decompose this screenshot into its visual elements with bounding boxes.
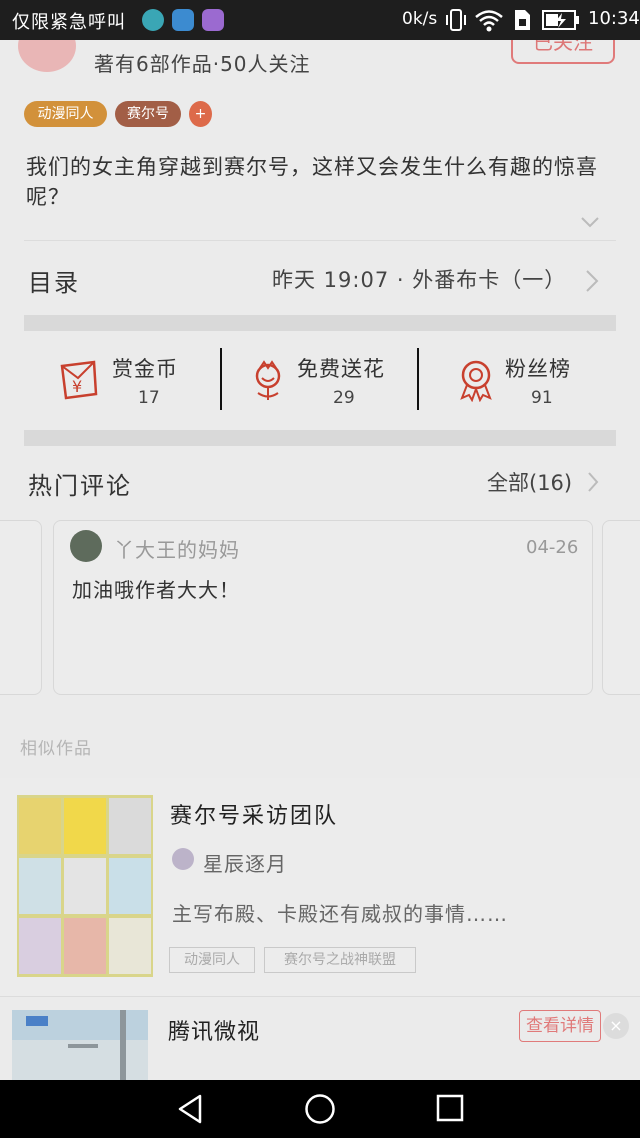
work-author-avatar (172, 848, 194, 870)
work-title[interactable]: 赛尔号采访团队 (170, 798, 338, 830)
section-separator (24, 430, 616, 446)
fan-ranking-value: 91 (531, 388, 553, 408)
red-envelope-icon: ¥ (60, 360, 98, 400)
work-cover-image[interactable] (17, 795, 153, 977)
flower-icon (255, 360, 281, 400)
status-bar: 仅限紧急呼叫 0k/s 10:34 (0, 0, 640, 40)
divider (0, 996, 640, 997)
vibrate-icon (446, 9, 466, 31)
toc-title: 目录 (28, 269, 80, 297)
ad-image[interactable] (12, 1010, 148, 1080)
svg-text:¥: ¥ (72, 377, 82, 396)
comment-card-next[interactable] (602, 520, 640, 695)
navigation-bar (0, 1080, 640, 1138)
follow-button[interactable]: 已关注 (511, 40, 615, 64)
author-avatar[interactable] (18, 40, 76, 72)
commenter-avatar[interactable] (70, 530, 102, 562)
reward-coin-label: 赏金币 (112, 357, 178, 381)
work-description: 我们的女主角穿越到赛尔号，这样又会发生什么有趣的惊喜呢？ (26, 155, 598, 209)
author-stats: 著有6部作品·50人关注 (94, 52, 311, 76)
ad-close-button[interactable]: × (603, 1013, 629, 1039)
hot-comments-title: 热门评论 (28, 472, 132, 500)
compass-app-icon (172, 9, 194, 31)
carrier-text: 仅限紧急呼叫 (12, 12, 126, 33)
free-flower-label: 免费送花 (297, 357, 385, 381)
chevron-down-icon[interactable] (580, 216, 600, 228)
sim-icon (515, 10, 530, 30)
tag-anime-fanfic[interactable]: 动漫同人 (24, 101, 107, 127)
chevron-right-icon (588, 472, 599, 492)
comment-date: 04-26 (526, 537, 579, 558)
tag-seer[interactable]: 赛尔号 (115, 101, 181, 127)
fan-ranking-label: 粉丝榜 (505, 357, 571, 381)
home-icon[interactable] (304, 1093, 336, 1125)
network-speed: 0k/s (402, 9, 438, 29)
back-icon[interactable] (176, 1094, 204, 1124)
work-description-short: 主写布殿、卡殿还有威叔的事情…… (172, 902, 508, 926)
stats-separator (220, 348, 222, 410)
stats-separator (417, 348, 419, 410)
fan-ranking-item[interactable] (456, 358, 496, 406)
chevron-right-icon (586, 270, 599, 292)
work-detail-page: 已关注 著有6部作品·50人关注 动漫同人 赛尔号 + 我们的女主角穿越到赛尔号… (0, 40, 640, 1080)
reward-coin-item[interactable]: ¥ (58, 358, 104, 406)
battery-icon (542, 10, 579, 30)
section-separator (24, 315, 616, 331)
toc-row[interactable]: 目录 昨天 19:07 · 外番布卡（一） (0, 245, 640, 315)
ad-title[interactable]: 腾讯微视 (168, 1014, 260, 1046)
comment-text: 加油哦作者大大！ (72, 578, 240, 602)
divider (24, 240, 616, 241)
reward-coin-value: 17 (138, 388, 160, 408)
work-author[interactable]: 星辰逐月 (203, 848, 287, 877)
comment-card[interactable]: 丫大王的妈妈 04-26 加油哦作者大大！ (53, 520, 593, 695)
work-tag[interactable]: 动漫同人 (169, 947, 255, 973)
latest-chapter: 昨天 19:07 · 外番布卡（一） (272, 268, 567, 292)
work-tag[interactable]: 赛尔号之战神联盟 (264, 947, 416, 973)
recents-icon[interactable] (436, 1094, 464, 1122)
add-tag-button[interactable]: + (189, 101, 212, 127)
gallery-app-icon (202, 9, 224, 31)
wifi-icon (475, 10, 503, 32)
all-comments-label: 全部(16) (487, 471, 573, 495)
free-flower-value: 29 (333, 388, 355, 408)
comment-card-prev[interactable] (0, 520, 42, 695)
free-flower-item[interactable] (248, 360, 288, 406)
all-comments-link[interactable]: 全部(16) (487, 467, 602, 499)
clock: 10:34 (588, 8, 640, 29)
commenter-name[interactable]: 丫大王的妈妈 (114, 534, 240, 563)
moon-app-icon (142, 9, 164, 31)
ad-details-button[interactable]: 查看详情 (519, 1010, 601, 1042)
similar-works-label: 相似作品 (20, 739, 92, 759)
medal-icon (460, 360, 492, 403)
